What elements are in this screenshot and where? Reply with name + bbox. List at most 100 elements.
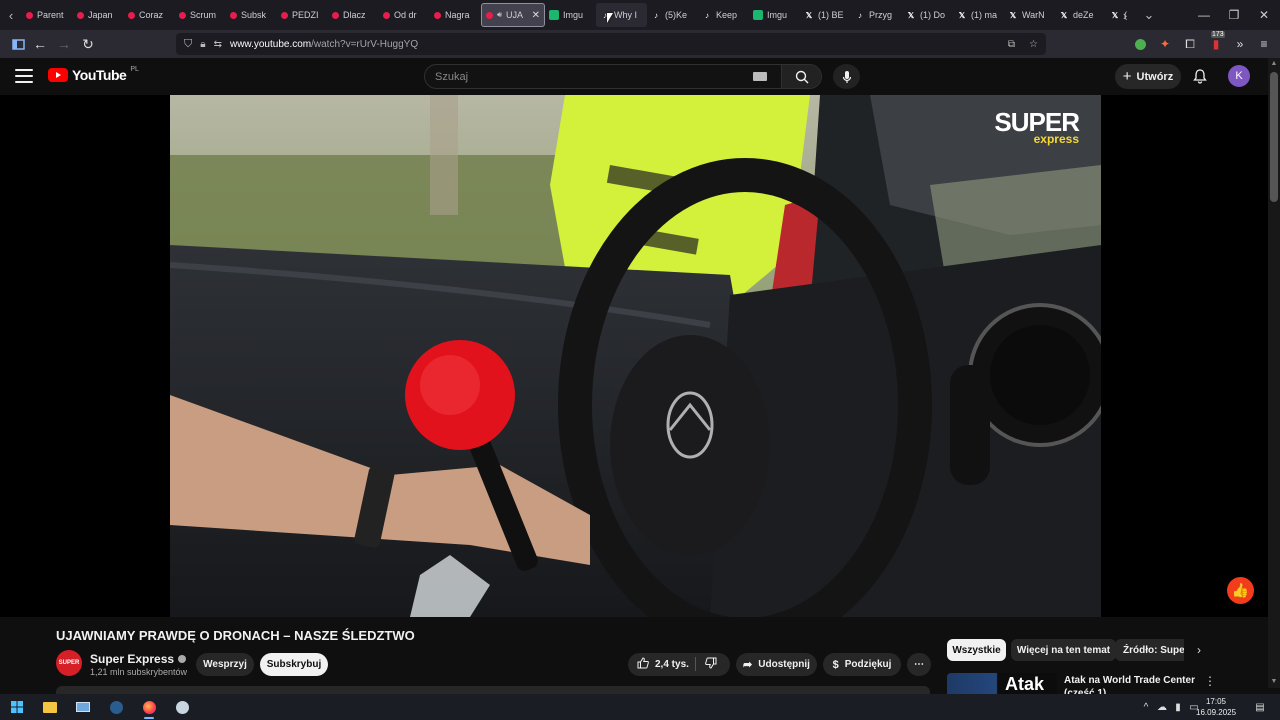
- close-window-button[interactable]: ✕: [1248, 0, 1280, 30]
- scroll-up-icon[interactable]: ▲: [1270, 60, 1278, 68]
- mouse-cursor-icon: [607, 13, 613, 23]
- scroll-down-icon[interactable]: ▼: [1270, 678, 1278, 686]
- floating-like-icon[interactable]: 👍: [1227, 577, 1254, 604]
- video-player[interactable]: SUPER express: [0, 95, 1268, 617]
- app-icon[interactable]: [171, 697, 193, 717]
- audio-playing-icon[interactable]: 🔊︎: [497, 10, 502, 20]
- browser-tab[interactable]: ♪ Keep: [698, 3, 749, 27]
- channel-avatar[interactable]: SUPER: [56, 650, 82, 676]
- recommended-thumbnail[interactable]: Atak: [947, 673, 1057, 694]
- lock-icon[interactable]: 🔒︎: [200, 39, 205, 50]
- search-input[interactable]: Szukaj: [435, 71, 753, 83]
- like-button[interactable]: [637, 657, 649, 672]
- back-button[interactable]: ←: [28, 32, 52, 56]
- page-scrollbar[interactable]: ▲ ▼: [1268, 58, 1280, 688]
- youtube-logo[interactable]: YouTube PL: [48, 66, 139, 83]
- browser-tab[interactable]: Imgu: [749, 3, 800, 27]
- voice-search-button[interactable]: [833, 64, 860, 89]
- browser-tab[interactable]: Parent: [22, 3, 73, 27]
- windows-taskbar: ^ ☁ ▮ ▭ 17:05 16.09.2025 ▤: [0, 694, 1280, 720]
- guide-menu-icon[interactable]: [15, 69, 33, 83]
- notification-center-icon[interactable]: ▤: [1252, 699, 1268, 715]
- recommended-title[interactable]: Atak na World Trade Center (część 1): [1064, 674, 1199, 694]
- address-bar[interactable]: ⛉ 🔒︎ ⇆ www.youtube.com/watch?v=rUrV-Hugg…: [176, 33, 1046, 55]
- permissions-icon[interactable]: ⇆: [214, 39, 222, 50]
- taskbar-clock[interactable]: 17:05 16.09.2025: [1196, 696, 1236, 718]
- reload-button[interactable]: ↻: [76, 32, 100, 56]
- tab-label: (1) ma: [971, 10, 998, 20]
- share-button[interactable]: ➦ Udostępnij: [736, 653, 817, 676]
- tab-list-dropdown-button[interactable]: ⌄: [1138, 0, 1160, 30]
- browser-tab[interactable]: 𝕏 (1) ma: [953, 3, 1004, 27]
- video-frame[interactable]: SUPER express: [170, 95, 1101, 617]
- thanks-button[interactable]: $ Podziękuj: [823, 653, 901, 676]
- restore-button[interactable]: ❐: [1218, 0, 1250, 30]
- keyboard-icon[interactable]: [753, 72, 767, 81]
- imgur-favicon-icon: [753, 10, 763, 20]
- browser-tab[interactable]: PEDZI: [277, 3, 328, 27]
- chip-all[interactable]: Wszystkie: [947, 639, 1006, 661]
- search-button[interactable]: [781, 65, 821, 88]
- computer-icon[interactable]: [72, 697, 94, 717]
- channel-name-link[interactable]: Super Express: [90, 652, 187, 666]
- browser-tab[interactable]: 𝕏deZe: [1055, 3, 1106, 27]
- browser-tab[interactable]: Subsk: [226, 3, 277, 27]
- shield-extension-icon[interactable]: [1130, 34, 1150, 54]
- description-box[interactable]: [56, 686, 930, 694]
- video-title: UJAWNIAMY PRAWDĘ O DRONACH – NASZE ŚLEDZ…: [56, 628, 415, 643]
- overflow-chevron-icon[interactable]: »: [1230, 34, 1250, 54]
- recommended-more-icon[interactable]: ⋮: [1203, 674, 1217, 690]
- browser-tab[interactable]: Od dr: [379, 3, 430, 27]
- more-actions-button[interactable]: ⋯: [907, 653, 931, 676]
- tray-overflow-chevron-icon[interactable]: ^: [1138, 699, 1154, 715]
- picture-in-picture-icon[interactable]: ⧉: [1008, 39, 1015, 50]
- fox-extension-icon[interactable]: ✦: [1155, 34, 1175, 54]
- file-explorer-icon[interactable]: [39, 697, 61, 717]
- tab-label: Dlacz: [343, 10, 366, 20]
- super-express-watermark: SUPER express: [994, 109, 1080, 145]
- browser-tab[interactable]: ♪ Przyg: [851, 3, 902, 27]
- account-avatar[interactable]: K: [1228, 65, 1250, 87]
- firefox-icon[interactable]: [138, 697, 160, 719]
- create-button[interactable]: + Utwórz: [1115, 64, 1181, 89]
- extensions-puzzle-icon[interactable]: ⧠: [1180, 34, 1200, 54]
- tab-scroll-right-button[interactable]: ›: [1114, 0, 1136, 30]
- search-box[interactable]: Szukaj: [424, 64, 822, 89]
- onedrive-cloud-icon[interactable]: ☁: [1154, 699, 1170, 715]
- browser-tab[interactable]: Dlacz: [328, 3, 379, 27]
- steam-icon[interactable]: [105, 697, 127, 717]
- app-menu-icon[interactable]: ≡: [1254, 34, 1274, 54]
- chips-next-chevron-icon[interactable]: ›: [1190, 641, 1208, 659]
- browser-tab[interactable]: 𝕏 WarN: [1004, 3, 1055, 27]
- shield-icon[interactable]: ⛉: [184, 38, 192, 51]
- x-favicon-icon: 𝕏: [958, 10, 966, 20]
- browser-tab[interactable]: Scrum: [175, 3, 226, 27]
- browser-tab[interactable]: 𝕏 (1) Do: [902, 3, 953, 27]
- tab-label: Imgu: [767, 10, 788, 20]
- windows-start-icon[interactable]: [6, 697, 28, 717]
- dislike-button[interactable]: [705, 657, 717, 672]
- notifications-bell-icon[interactable]: [1190, 66, 1210, 86]
- x-favicon-icon: 𝕏: [907, 10, 915, 20]
- forward-button[interactable]: →: [52, 32, 76, 56]
- browser-tab[interactable]: ♪ (5)Ke: [647, 3, 698, 27]
- browser-tab[interactable]: Japan: [73, 3, 124, 27]
- minimize-button[interactable]: —: [1188, 0, 1220, 30]
- microphone-tray-icon[interactable]: ▮: [1170, 699, 1186, 715]
- browser-tab[interactable]: Coraz: [124, 3, 175, 27]
- browser-tab[interactable]: ♪ Why I: [596, 3, 647, 27]
- browser-tab[interactable]: Nagra: [430, 3, 481, 27]
- ublock-extension-icon[interactable]: ▮ 173: [1206, 31, 1226, 54]
- browser-tab[interactable]: Imgu: [545, 3, 596, 27]
- chip-source[interactable]: Źródło: Super: [1115, 639, 1184, 661]
- close-tab-icon[interactable]: ✕: [532, 10, 540, 21]
- bookmark-star-icon[interactable]: ☆: [1029, 39, 1038, 50]
- tab-scroll-left-button[interactable]: ‹: [0, 0, 22, 30]
- subscribe-button[interactable]: Subskrybuj: [260, 653, 328, 676]
- browser-tab[interactable]: 𝕏 (1) BE: [800, 3, 851, 27]
- scrollbar-thumb[interactable]: [1270, 72, 1278, 202]
- sidebar-toggle-icon[interactable]: [6, 32, 30, 56]
- support-button[interactable]: Wesprzyj: [196, 653, 254, 676]
- chip-related[interactable]: Więcej na ten temat: [1011, 639, 1116, 661]
- browser-tab[interactable]: 🔊︎ UJA ✕: [481, 3, 545, 27]
